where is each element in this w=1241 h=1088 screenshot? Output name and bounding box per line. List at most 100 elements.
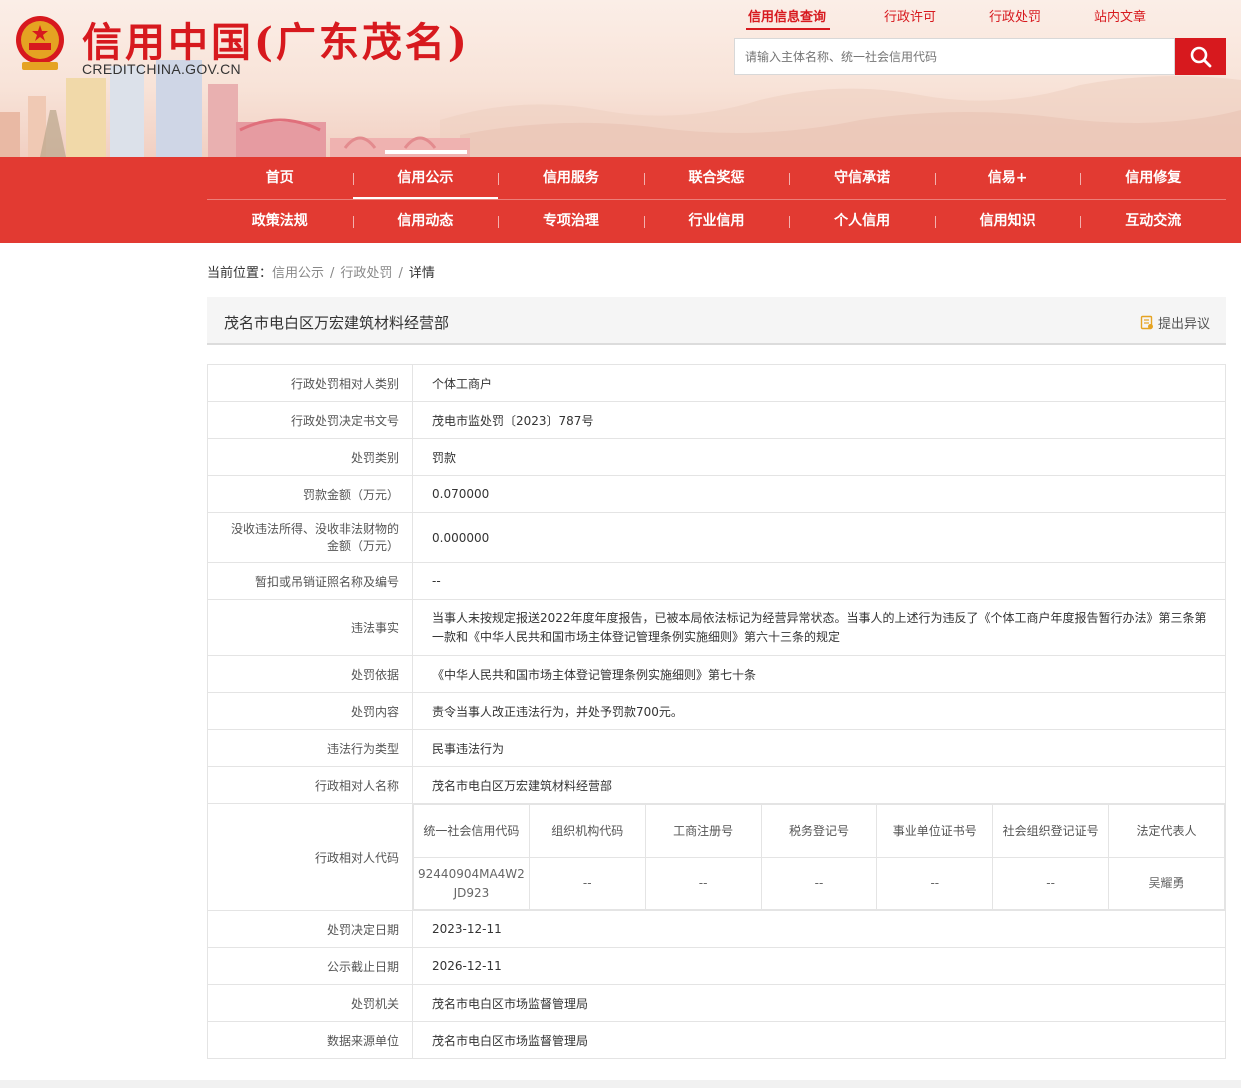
codes-value: 吴耀勇 xyxy=(1108,857,1225,910)
raise-objection-button[interactable]: 提出异议 xyxy=(1140,313,1210,332)
row-value: 责令当事人改正违法行为，并处予罚款700元。 xyxy=(412,692,1226,730)
row-value: 2026-12-11 xyxy=(412,947,1226,985)
row-label: 处罚类别 xyxy=(207,438,413,476)
detail-row: 处罚依据 《中华人民共和国市场主体登记管理条例实施细则》第七十条 xyxy=(207,655,1226,693)
detail-row: 罚款金额（万元） 0.070000 xyxy=(207,475,1226,513)
nav-item-credit-service[interactable]: 信用服务 xyxy=(498,157,644,199)
row-value: 个体工商户 xyxy=(412,364,1226,402)
breadcrumb: 当前位置：信用公示 / 行政处罚 / 详情 xyxy=(207,262,435,281)
codes-header: 组织机构代码 xyxy=(528,804,646,858)
row-value: 茂电市监处罚〔2023〕787号 xyxy=(412,401,1226,439)
top-links: 信用信息查询 行政许可 行政处罚 站内文章 xyxy=(736,6,1176,30)
codes-value: -- xyxy=(528,857,646,910)
codes-header: 税务登记号 xyxy=(760,804,878,858)
site-domain: CREDITCHINA.GOV.CN xyxy=(82,61,241,77)
row-label: 数据来源单位 xyxy=(207,1021,413,1059)
detail-row: 行政处罚决定书文号 茂电市监处罚〔2023〕787号 xyxy=(207,401,1226,439)
nav-item-personal-credit[interactable]: 个人信用 xyxy=(789,200,935,243)
nav-item-interaction[interactable]: 互动交流 xyxy=(1080,200,1226,243)
codes-value: 92440904MA4W2JD923 xyxy=(413,857,530,910)
national-emblem-icon xyxy=(16,16,64,70)
row-label: 没收违法所得、没收非法财物的金额（万元） xyxy=(207,512,413,563)
row-label: 处罚机关 xyxy=(207,984,413,1022)
row-value: 0.070000 xyxy=(412,475,1226,513)
detail-row: 公示截止日期 2026-12-11 xyxy=(207,947,1226,985)
codes-header: 社会组织登记证号 xyxy=(992,804,1110,858)
top-link-admin-penalty[interactable]: 行政处罚 xyxy=(989,6,1041,25)
row-value: 《中华人民共和国市场主体登记管理条例实施细则》第七十条 xyxy=(412,655,1226,693)
row-value: -- xyxy=(412,562,1226,600)
detail-row: 处罚内容 责令当事人改正违法行为，并处予罚款700元。 xyxy=(207,692,1226,730)
codes-header: 事业单位证书号 xyxy=(876,804,994,858)
nav-item-policies[interactable]: 政策法规 xyxy=(207,200,353,243)
detail-row: 违法事实 当事人未按规定报送2022年度年度报告，已被本局依法标记为经营异常状态… xyxy=(207,599,1226,656)
nav-item-credit-news[interactable]: 信用动态 xyxy=(352,200,499,243)
codes-value-row: 92440904MA4W2JD923 -- -- -- -- -- 吴耀勇 xyxy=(413,857,1225,910)
detail-row: 没收违法所得、没收非法财物的金额（万元） 0.000000 xyxy=(207,512,1226,563)
detail-row: 处罚类别 罚款 xyxy=(207,438,1226,476)
row-value: 罚款 xyxy=(412,438,1226,476)
raise-objection-label: 提出异议 xyxy=(1157,317,1210,332)
search-icon xyxy=(1190,46,1211,67)
row-value: 2023-12-11 xyxy=(412,910,1226,948)
site-title: 信用中国(广东茂名) xyxy=(82,19,470,66)
row-value: 茂名市电白区万宏建筑材料经营部 xyxy=(412,766,1226,804)
search-input[interactable] xyxy=(734,38,1175,75)
codes-value: -- xyxy=(876,857,994,910)
top-link-credit-query[interactable]: 信用信息查询 xyxy=(748,6,826,25)
main-nav: 首页 信用公示 信用服务 联合奖惩 守信承诺 信易+ 信用修复 政策法规 信用动… xyxy=(0,157,1241,243)
codes-header: 法定代表人 xyxy=(1108,804,1225,858)
nav-item-industry-credit[interactable]: 行业信用 xyxy=(643,200,790,243)
codes-value: -- xyxy=(992,857,1110,910)
codes-header: 工商注册号 xyxy=(644,804,762,858)
nav-item-joint-reward-punishment[interactable]: 联合奖惩 xyxy=(643,157,790,199)
row-label: 违法行为类型 xyxy=(207,729,413,767)
codes-value: -- xyxy=(760,857,878,910)
codes-cell: 统一社会信用代码 组织机构代码 工商注册号 税务登记号 事业单位证书号 社会组织… xyxy=(412,803,1226,911)
row-value: 民事违法行为 xyxy=(412,729,1226,767)
objection-icon xyxy=(1140,315,1153,330)
row-label: 罚款金额（万元） xyxy=(207,475,413,513)
nav-item-home[interactable]: 首页 xyxy=(207,157,353,199)
breadcrumb-prefix: 当前位置： xyxy=(207,266,273,281)
row-label: 行政相对人代码 xyxy=(207,803,413,911)
top-link-site-articles[interactable]: 站内文章 xyxy=(1094,6,1146,25)
row-value: 茂名市电白区市场监督管理局 xyxy=(412,1021,1226,1059)
detail-row: 暂扣或吊销证照名称及编号 -- xyxy=(207,562,1226,600)
record-title-bar: 茂名市电白区万宏建筑材料经营部 提出异议 xyxy=(207,297,1226,345)
nav-item-credit-repair[interactable]: 信用修复 xyxy=(1080,157,1226,199)
record-title: 茂名市电白区万宏建筑材料经营部 xyxy=(224,314,450,332)
detail-row: 处罚机关 茂名市电白区市场监督管理局 xyxy=(207,984,1226,1022)
breadcrumb-separator: / xyxy=(330,266,335,281)
breadcrumb-link-credit-publicity[interactable]: 信用公示 xyxy=(272,266,324,281)
nav-item-credit-knowledge[interactable]: 信用知识 xyxy=(934,200,1081,243)
breadcrumb-current: 详情 xyxy=(408,266,435,281)
nav-row-2: 政策法规 信用动态 专项治理 行业信用 个人信用 信用知识 互动交流 xyxy=(207,200,1226,243)
nav-item-special-governance[interactable]: 专项治理 xyxy=(498,200,644,243)
nav-item-credit-commitment[interactable]: 守信承诺 xyxy=(789,157,935,199)
row-label: 行政处罚相对人类别 xyxy=(207,364,413,402)
detail-row: 行政处罚相对人类别 个体工商户 xyxy=(207,364,1226,402)
row-label: 行政相对人名称 xyxy=(207,766,413,804)
detail-row: 违法行为类型 民事违法行为 xyxy=(207,729,1226,767)
row-label: 公示截止日期 xyxy=(207,947,413,985)
nav-row-1: 首页 信用公示 信用服务 联合奖惩 守信承诺 信易+ 信用修复 xyxy=(207,157,1226,200)
row-label: 违法事实 xyxy=(207,599,413,656)
top-link-admin-license[interactable]: 行政许可 xyxy=(884,6,936,25)
codes-header: 统一社会信用代码 xyxy=(413,804,530,858)
nav-item-credit-publicity[interactable]: 信用公示 xyxy=(352,157,499,199)
codes-value: -- xyxy=(644,857,762,910)
detail-row: 处罚决定日期 2023-12-11 xyxy=(207,910,1226,948)
detail-row: 行政相对人名称 茂名市电白区万宏建筑材料经营部 xyxy=(207,766,1226,804)
breadcrumb-separator: / xyxy=(398,266,403,281)
page-footer-strip xyxy=(0,1080,1241,1088)
row-value: 当事人未按规定报送2022年度年度报告，已被本局依法标记为经营异常状态。当事人的… xyxy=(412,599,1226,656)
row-label: 暂扣或吊销证照名称及编号 xyxy=(207,562,413,600)
nav-item-credit-easy[interactable]: 信易+ xyxy=(934,157,1081,199)
row-label: 处罚依据 xyxy=(207,655,413,693)
search-button[interactable] xyxy=(1175,38,1226,75)
breadcrumb-link-admin-penalty[interactable]: 行政处罚 xyxy=(340,266,392,281)
detail-row: 数据来源单位 茂名市电白区市场监督管理局 xyxy=(207,1021,1226,1059)
penalty-detail-table: 行政处罚相对人类别 个体工商户 行政处罚决定书文号 茂电市监处罚〔2023〕78… xyxy=(207,364,1226,1059)
row-label: 行政处罚决定书文号 xyxy=(207,401,413,439)
